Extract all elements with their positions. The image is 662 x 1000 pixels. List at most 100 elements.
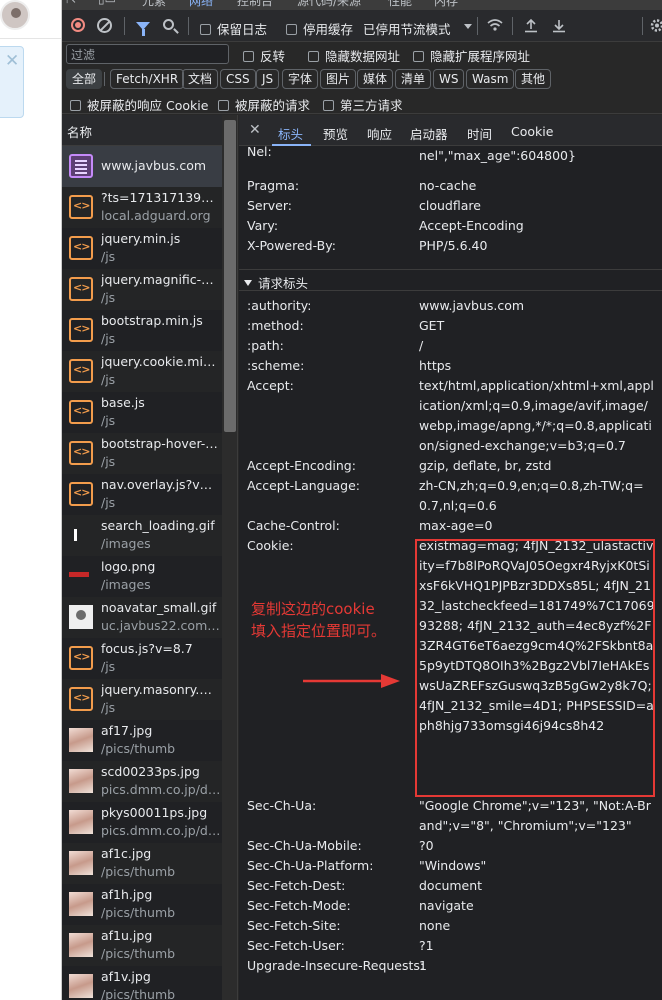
disable-cache-checkbox[interactable]: 停用缓存 (286, 19, 353, 38)
blocked-requests-checkbox[interactable]: 被屏蔽的请求 (218, 95, 310, 114)
script-icon (69, 277, 93, 301)
request-row[interactable]: bootstrap.min.js/js (62, 310, 222, 351)
header-name: :method: (247, 318, 304, 333)
filter-icon[interactable] (136, 22, 150, 36)
tab-response[interactable]: 响应 (367, 124, 392, 143)
request-row[interactable]: af1v.jpg/pics/thumb (62, 966, 222, 1000)
filter-input[interactable]: 过滤 (66, 44, 229, 64)
tab-console[interactable]: 控制台 (237, 0, 273, 9)
chevron-down-icon[interactable] (464, 24, 472, 29)
blocked-cookies-label: 被屏蔽的响应 Cookie (87, 98, 209, 113)
type-filter-wasm[interactable]: Wasm (466, 69, 515, 89)
header-value[interactable]: PHP/5.6.40 (419, 236, 655, 256)
request-name: www.javbus.com (101, 158, 207, 173)
header-value[interactable]: www.javbus.com (419, 296, 655, 316)
import-har-icon[interactable] (524, 18, 538, 33)
header-value[interactable]: max-age=0 (419, 516, 655, 536)
header-value[interactable]: navigate (419, 896, 655, 916)
record-icon[interactable] (71, 18, 85, 32)
type-filter-img[interactable]: 图片 (320, 69, 357, 89)
type-filter-doc[interactable]: 文档 (182, 69, 219, 89)
search-icon[interactable] (163, 19, 174, 30)
request-row[interactable]: bootstrap-hover-d... /js (62, 433, 222, 474)
tab-sources[interactable]: 源代码/来源 (297, 0, 361, 9)
third-party-checkbox[interactable]: 第三方请求 (323, 95, 403, 114)
request-path: /pics/thumb (101, 864, 176, 879)
tab-timing[interactable]: 时间 (467, 124, 492, 143)
header-value[interactable]: ?1 (419, 936, 655, 956)
header-name: Server: (247, 198, 292, 213)
header-value[interactable]: no-cache (419, 176, 655, 196)
header-value[interactable]: "Windows" (419, 856, 655, 876)
blocked-cookies-checkbox[interactable]: 被屏蔽的响应 Cookie (70, 95, 208, 114)
header-value[interactable]: Accept-Encoding (419, 216, 655, 236)
name-column-header[interactable]: 名称 (62, 115, 222, 146)
header-value[interactable]: ?0 (419, 836, 655, 856)
type-filter-media[interactable]: 媒体 (357, 69, 394, 89)
hide-extension-urls-checkbox[interactable]: 隐藏扩展程序网址 (413, 46, 530, 65)
request-row[interactable]: scd00233ps.jpg pics.dmm.co.jp/di... (62, 761, 222, 802)
header-value[interactable]: gzip, deflate, br, zstd (419, 456, 655, 476)
request-row[interactable]: ?ts=171317139605... local.adguard.org (62, 187, 222, 228)
device-toggle-icon[interactable]: ▯▭ (98, 0, 116, 6)
header-value[interactable]: 1 (419, 956, 655, 976)
type-filter-manifest[interactable]: 清单 (395, 69, 432, 89)
gear-icon[interactable] (650, 18, 662, 33)
type-filter-all[interactable]: 全部 (66, 69, 103, 89)
type-filter-font[interactable]: 字体 (282, 69, 319, 89)
request-row[interactable]: search_loading.gif/images (62, 515, 222, 556)
tab-preview[interactable]: 预览 (323, 124, 348, 143)
tab-network[interactable]: 网络 (189, 0, 213, 9)
header-value[interactable]: document (419, 876, 655, 896)
request-row[interactable]: af1c.jpg/pics/thumb (62, 843, 222, 884)
request-row[interactable]: focus.js?v=8.7/js (62, 638, 222, 679)
header-value[interactable]: "Google Chrome";v="123", "Not:A-Brand";v… (419, 796, 655, 836)
page-divider (0, 38, 61, 39)
request-row[interactable]: base.js/js (62, 392, 222, 433)
request-row[interactable]: jquery.masonry.mi... /js (62, 679, 222, 720)
scrollbar-thumb[interactable] (224, 120, 236, 432)
request-row[interactable]: www.javbus.com (62, 146, 222, 187)
header-value[interactable]: / (419, 336, 655, 356)
request-row[interactable]: nav.overlay.js?v=1... /js (62, 474, 222, 515)
close-icon[interactable]: ✕ (5, 51, 19, 71)
type-filter-fetch-xhr[interactable]: Fetch/XHR (110, 69, 185, 89)
request-row[interactable]: jquery.magnific-po... /js (62, 269, 222, 310)
tab-initiator[interactable]: 启动器 (410, 124, 448, 143)
request-row[interactable]: pkys00011ps.jpg pics.dmm.co.jp/di... (62, 802, 222, 843)
tab-elements[interactable]: 元素 (142, 0, 166, 9)
type-filter-js[interactable]: JS (256, 69, 280, 89)
request-headers-section[interactable]: 请求标头 (239, 269, 662, 291)
request-row[interactable]: af1u.jpg/pics/thumb (62, 925, 222, 966)
inspect-icon[interactable]: ⇱ (66, 0, 76, 6)
request-row[interactable]: noavatar_small.gif uc.javbus22.com/u... (62, 597, 222, 638)
network-conditions-icon[interactable] (487, 18, 503, 32)
close-icon[interactable]: ✕ (249, 122, 261, 138)
header-value[interactable]: GET (419, 316, 655, 336)
hide-data-urls-checkbox[interactable]: 隐藏数据网址 (308, 46, 400, 65)
type-filter-other[interactable]: 其他 (515, 69, 552, 89)
tab-cookies[interactable]: Cookie (511, 124, 553, 139)
throttle-select[interactable]: 已停用节流模式 (363, 19, 451, 38)
export-har-icon[interactable] (552, 18, 566, 33)
tab-headers[interactable]: 标头 (278, 124, 303, 143)
user-avatar[interactable] (0, 0, 30, 30)
clear-icon[interactable] (97, 18, 112, 33)
request-row[interactable]: logo.png/images (62, 556, 222, 597)
request-row[interactable]: af17.jpg/pics/thumb (62, 720, 222, 761)
request-row[interactable]: af1h.jpg/pics/thumb (62, 884, 222, 925)
request-row[interactable]: jquery.min.js/js (62, 228, 222, 269)
request-rows: www.javbus.com ?ts=171317139605... local.a… (62, 146, 222, 1000)
header-value[interactable]: zh-CN,zh;q=0.9,en;q=0.8,zh-TW;q=0.7,nl;q… (419, 476, 655, 516)
tab-memory[interactable]: 内存 (434, 0, 458, 9)
request-row[interactable]: jquery.cookie.min.js/js (62, 351, 222, 392)
tab-performance[interactable]: 性能 (388, 0, 412, 9)
invert-checkbox[interactable]: 反转 (243, 46, 285, 65)
type-filter-ws[interactable]: WS (433, 69, 465, 89)
header-value[interactable]: cloudflare (419, 196, 655, 216)
header-value[interactable]: text/html,application/xhtml+xml,applicat… (419, 376, 655, 456)
type-filter-css[interactable]: CSS (220, 69, 256, 89)
header-value[interactable]: https (419, 356, 655, 376)
header-value[interactable]: none (419, 916, 655, 936)
preserve-log-checkbox[interactable]: 保留日志 (200, 19, 267, 38)
